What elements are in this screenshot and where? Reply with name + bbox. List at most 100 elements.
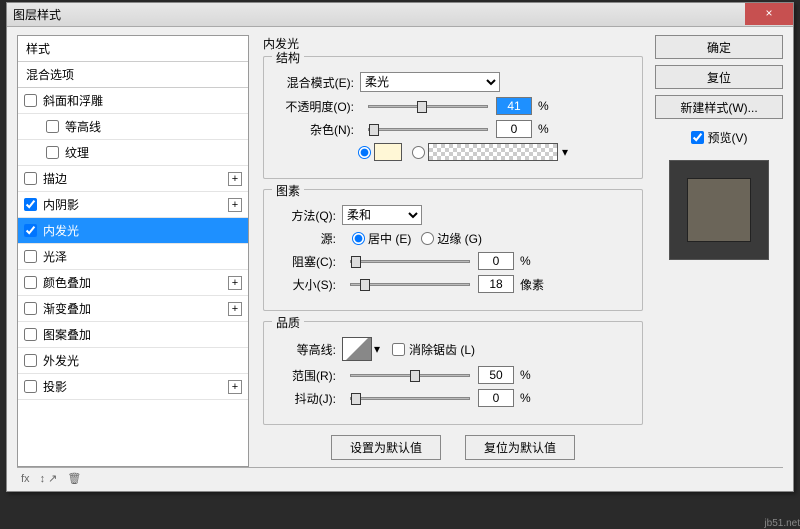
dialog-footer: fx ↕ ↗ 🗑 (17, 467, 783, 489)
style-item-label: 投影 (43, 378, 67, 395)
chevron-down-icon[interactable]: ▾ (562, 145, 568, 159)
color-gradient-radio[interactable] (412, 146, 425, 159)
style-checkbox[interactable] (24, 380, 37, 393)
structure-group: 结构 混合模式(E): 柔光 不透明度(O): % 杂色(N): % (263, 56, 643, 179)
quality-legend: 品质 (272, 314, 304, 331)
dialog-title: 图层样式 (13, 6, 61, 23)
close-button[interactable]: × (745, 3, 793, 25)
choke-label: 阻塞(C): (278, 253, 336, 270)
style-checkbox[interactable] (46, 146, 59, 159)
add-effect-icon[interactable]: + (228, 302, 242, 316)
style-item-label: 颜色叠加 (43, 274, 91, 291)
style-checkbox[interactable] (46, 120, 59, 133)
jitter-input[interactable] (478, 389, 514, 407)
style-checkbox[interactable] (24, 328, 37, 341)
style-item-7[interactable]: 颜色叠加 + (18, 270, 248, 296)
elements-legend: 图素 (272, 182, 304, 199)
styles-header[interactable]: 样式 (18, 36, 248, 62)
color-swatch[interactable] (374, 143, 402, 161)
style-item-10[interactable]: 外发光 (18, 348, 248, 374)
choke-slider[interactable] (350, 260, 470, 263)
source-center-radio[interactable] (352, 232, 365, 245)
add-effect-icon[interactable]: + (228, 198, 242, 212)
gradient-swatch[interactable] (428, 143, 558, 161)
noise-unit: % (538, 122, 549, 136)
style-item-5[interactable]: 内发光 (18, 218, 248, 244)
jitter-slider[interactable] (350, 397, 470, 400)
style-checkbox[interactable] (24, 276, 37, 289)
style-checkbox[interactable] (24, 94, 37, 107)
contour-label: 等高线: (278, 341, 336, 358)
style-checkbox[interactable] (24, 198, 37, 211)
quality-group: 品质 等高线: ▾ 消除锯齿 (L) 范围(R): % 抖动(J): (263, 321, 643, 425)
antialias-label: 消除锯齿 (L) (409, 341, 475, 358)
noise-slider[interactable] (368, 128, 488, 131)
noise-input[interactable] (496, 120, 532, 138)
range-slider[interactable] (350, 374, 470, 377)
choke-input[interactable] (478, 252, 514, 270)
style-item-label: 等高线 (65, 118, 101, 135)
range-label: 范围(R): (278, 367, 336, 384)
jitter-unit: % (520, 391, 531, 405)
dialog-content: 样式 混合选项 斜面和浮雕等高线纹理描边+内阴影+内发光光泽颜色叠加+渐变叠加+… (7, 27, 793, 467)
opacity-input[interactable] (496, 97, 532, 115)
preview-toggle[interactable]: 预览(V) (655, 129, 783, 146)
jitter-label: 抖动(J): (278, 390, 336, 407)
style-item-3[interactable]: 描边 + (18, 166, 248, 192)
size-label: 大小(S): (278, 276, 336, 293)
ok-button[interactable]: 确定 (655, 35, 783, 59)
method-label: 方法(Q): (278, 207, 336, 224)
elements-group: 图素 方法(Q): 柔和 源: 居中 (E) 边缘 (G) 阻塞(C): % (263, 189, 643, 311)
style-item-4[interactable]: 内阴影 + (18, 192, 248, 218)
source-label: 源: (278, 230, 336, 247)
size-unit: 像素 (520, 276, 544, 293)
footer-arrows-icon[interactable]: ↕ ↗ (40, 472, 58, 485)
blend-options-header[interactable]: 混合选项 (18, 62, 248, 88)
set-default-button[interactable]: 设置为默认值 (331, 435, 441, 460)
opacity-slider[interactable] (368, 105, 488, 108)
add-effect-icon[interactable]: + (228, 380, 242, 394)
style-item-11[interactable]: 投影 + (18, 374, 248, 400)
range-unit: % (520, 368, 531, 382)
style-checkbox[interactable] (24, 224, 37, 237)
reset-default-button[interactable]: 复位为默认值 (465, 435, 575, 460)
color-solid-radio[interactable] (358, 146, 371, 159)
style-item-label: 描边 (43, 170, 67, 187)
panel-title: 内发光 (263, 35, 643, 52)
range-input[interactable] (478, 366, 514, 384)
chevron-down-icon[interactable]: ▾ (374, 342, 380, 356)
style-item-9[interactable]: 图案叠加 (18, 322, 248, 348)
new-style-button[interactable]: 新建样式(W)... (655, 95, 783, 119)
style-checkbox[interactable] (24, 302, 37, 315)
style-checkbox[interactable] (24, 354, 37, 367)
fx-icon[interactable]: fx (21, 473, 30, 485)
opacity-label: 不透明度(O): (278, 98, 354, 115)
blend-mode-select[interactable]: 柔光 (360, 72, 500, 92)
add-effect-icon[interactable]: + (228, 172, 242, 186)
trash-icon[interactable]: 🗑 (67, 472, 81, 485)
titlebar[interactable]: 图层样式 × (7, 3, 793, 27)
style-checkbox[interactable] (24, 172, 37, 185)
size-slider[interactable] (350, 283, 470, 286)
style-checkbox[interactable] (24, 250, 37, 263)
style-item-2[interactable]: 纹理 (18, 140, 248, 166)
style-item-1[interactable]: 等高线 (18, 114, 248, 140)
source-edge-radio[interactable] (421, 232, 434, 245)
blend-mode-label: 混合模式(E): (278, 74, 354, 91)
inner-glow-panel: 内发光 结构 混合模式(E): 柔光 不透明度(O): % 杂色(N): (249, 27, 655, 467)
style-item-label: 图案叠加 (43, 326, 91, 343)
preview-inner (687, 178, 751, 242)
style-item-6[interactable]: 光泽 (18, 244, 248, 270)
add-effect-icon[interactable]: + (228, 276, 242, 290)
preview-checkbox[interactable] (691, 131, 704, 144)
style-item-label: 内发光 (43, 222, 79, 239)
layer-style-dialog: 图层样式 × 样式 混合选项 斜面和浮雕等高线纹理描边+内阴影+内发光光泽颜色叠… (6, 2, 794, 492)
size-input[interactable] (478, 275, 514, 293)
cancel-button[interactable]: 复位 (655, 65, 783, 89)
style-item-label: 内阴影 (43, 196, 79, 213)
antialias-checkbox[interactable] (392, 343, 405, 356)
style-item-0[interactable]: 斜面和浮雕 (18, 88, 248, 114)
contour-swatch[interactable] (342, 337, 372, 361)
method-select[interactable]: 柔和 (342, 205, 422, 225)
style-item-8[interactable]: 渐变叠加+ (18, 296, 248, 322)
